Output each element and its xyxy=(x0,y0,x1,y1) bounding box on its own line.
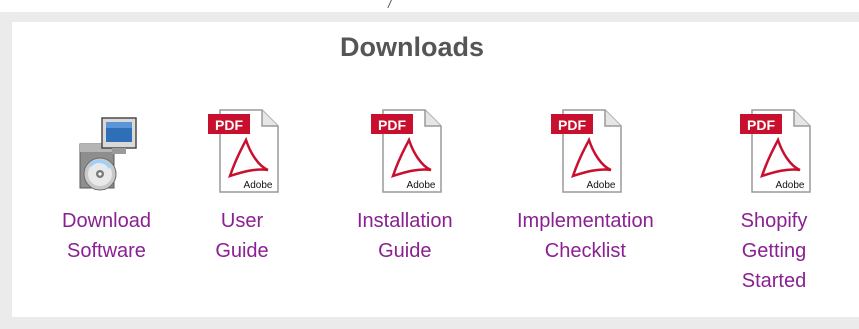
user-guide-link[interactable]: PDF Adobe User Guide xyxy=(202,106,282,266)
pdf-icon: PDF Adobe xyxy=(370,109,442,193)
download-software-label: Download Software xyxy=(62,210,151,262)
top-strip: / xyxy=(0,0,859,12)
user-guide-label: User Guide xyxy=(215,210,269,262)
svg-text:PDF: PDF xyxy=(215,117,243,133)
pdf-icon: PDF Adobe xyxy=(208,109,279,193)
pdf-icon: PDF Adobe xyxy=(740,109,811,193)
implementation-checklist-label: Implementation Checklist xyxy=(517,210,654,262)
shopify-getting-started-link[interactable]: PDF Adobe Shopify Getting Started xyxy=(734,106,814,296)
panel-title: Downloads xyxy=(339,32,484,62)
svg-text:PDF: PDF xyxy=(558,117,586,133)
svg-text:PDF: PDF xyxy=(378,117,406,133)
svg-text:Adobe: Adobe xyxy=(244,180,273,191)
svg-text:Adobe: Adobe xyxy=(776,180,805,191)
svg-text:Adobe: Adobe xyxy=(587,180,616,191)
svg-text:PDF: PDF xyxy=(747,117,775,133)
shopify-getting-started-label: Shopify Getting Started xyxy=(740,210,808,292)
top-glyph: / xyxy=(388,0,392,11)
installation-guide-link[interactable]: PDF Adobe Installation Guide xyxy=(357,106,453,266)
software-installer-icon xyxy=(79,117,138,191)
implementation-checklist-link[interactable]: PDF Adobe Implementation Checklist xyxy=(517,106,654,266)
downloads-panel: Downloads Download Software PDF Adobe Us… xyxy=(12,22,859,317)
svg-text:Adobe: Adobe xyxy=(406,180,435,191)
pdf-icon: PDF Adobe xyxy=(551,109,623,193)
installation-guide-label: Installation Guide xyxy=(357,210,453,262)
download-software-link[interactable]: Download Software xyxy=(62,106,151,266)
